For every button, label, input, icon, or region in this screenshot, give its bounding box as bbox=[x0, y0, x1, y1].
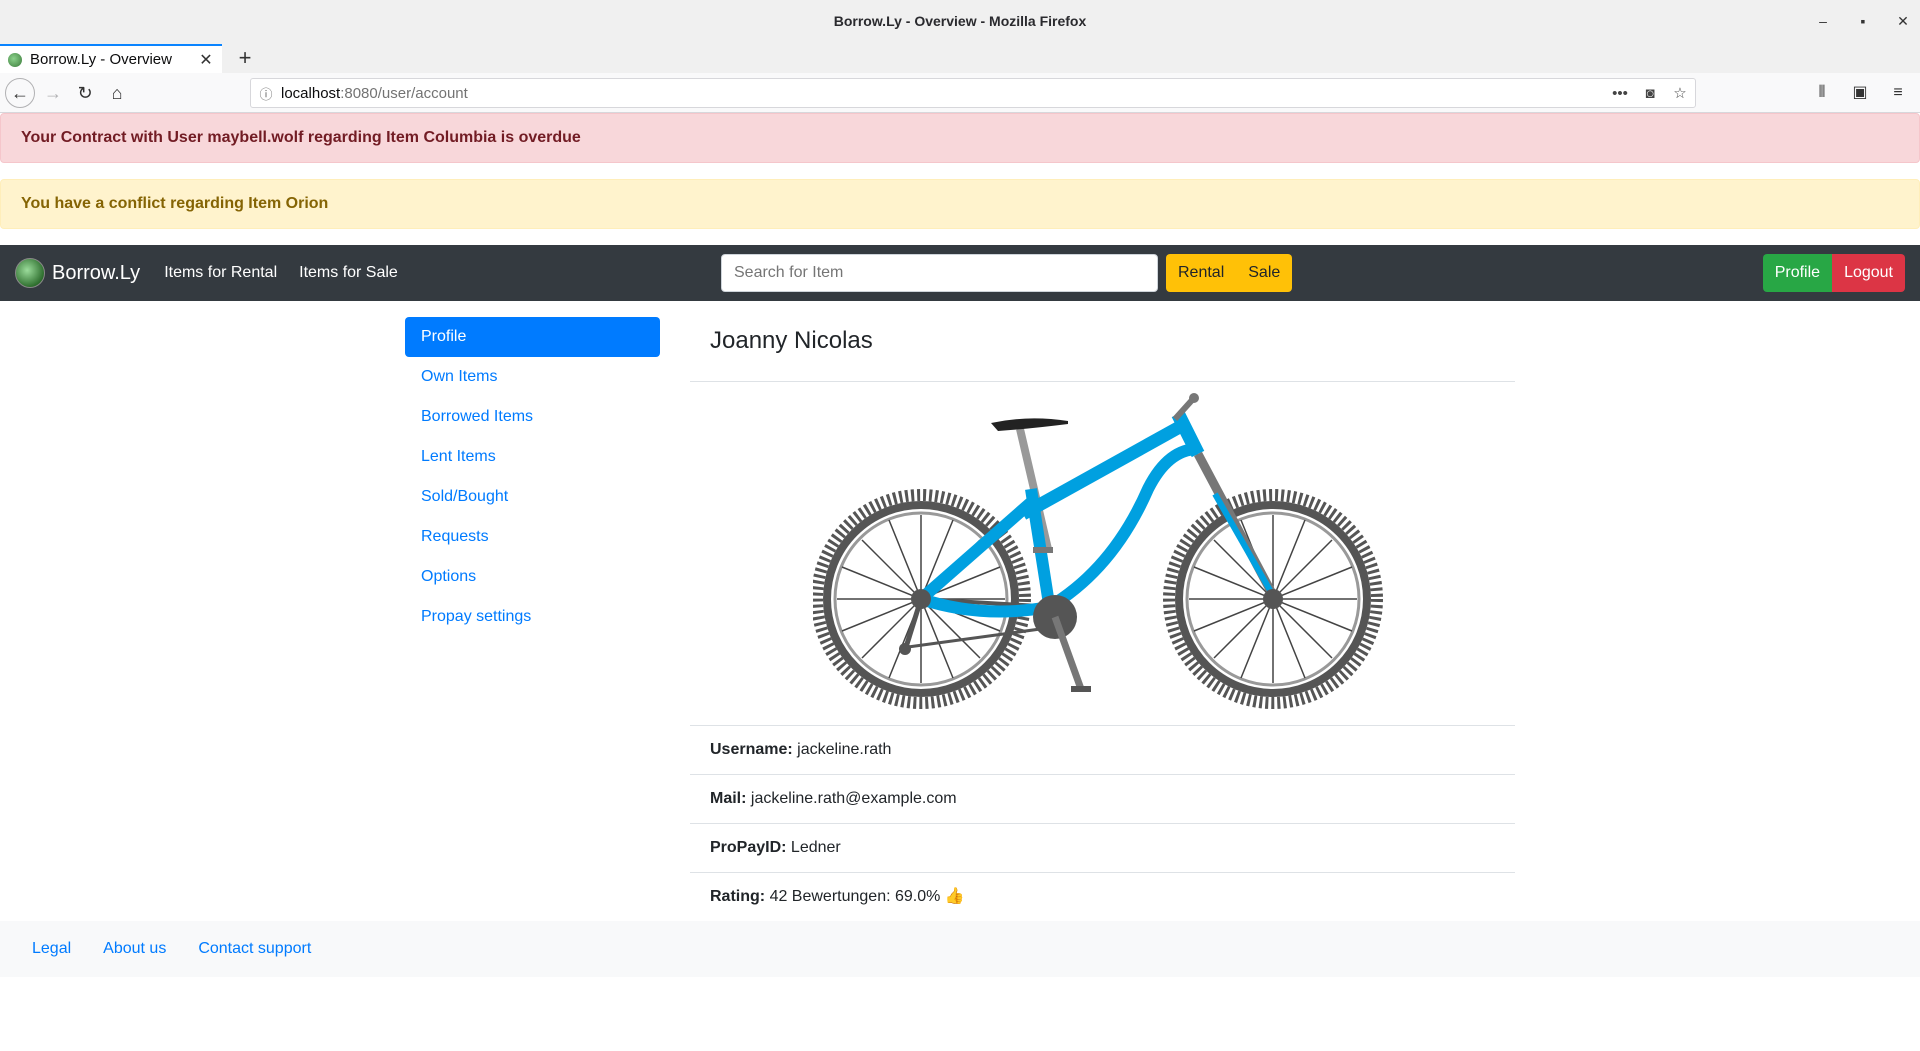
rating-label: Rating: bbox=[710, 888, 766, 905]
logout-button[interactable]: Logout bbox=[1832, 254, 1905, 292]
window-title: Borrow.Ly - Overview - Mozilla Firefox bbox=[833, 13, 1087, 29]
rental-search-button[interactable]: Rental bbox=[1166, 254, 1237, 292]
minimize-icon[interactable]: – bbox=[1816, 13, 1830, 29]
propay-label: ProPayID: bbox=[710, 839, 787, 856]
sidebar-item-options[interactable]: Options bbox=[405, 557, 660, 597]
page-content: Profile Own Items Borrowed Items Lent It… bbox=[0, 301, 1920, 921]
propay-row: ProPayID: Ledner bbox=[690, 823, 1515, 872]
footer-about-link[interactable]: About us bbox=[103, 940, 166, 958]
sidebar-item-profile[interactable]: Profile bbox=[405, 317, 660, 357]
page-actions-icon[interactable]: ••• bbox=[1605, 85, 1635, 102]
url-path: :8080/user/account bbox=[340, 84, 468, 102]
window-controls: – ▪ ✕ bbox=[1816, 0, 1910, 42]
menu-icon[interactable]: ≡ bbox=[1886, 79, 1910, 107]
site-info-icon[interactable]: ⓘ bbox=[251, 84, 281, 103]
sidebar-item-own-items[interactable]: Own Items bbox=[405, 357, 660, 397]
rating-value: 42 Bewertungen: 69.0% bbox=[769, 888, 941, 905]
bookmark-star-icon[interactable]: ☆ bbox=[1665, 84, 1695, 102]
brand-name: Borrow.Ly bbox=[52, 261, 141, 284]
rating-row: Rating: 42 Bewertungen: 69.0% 👍 bbox=[690, 872, 1515, 921]
sidebar-item-borrowed-items[interactable]: Borrowed Items bbox=[405, 397, 660, 437]
profile-image bbox=[690, 382, 1515, 725]
footer-support-link[interactable]: Contact support bbox=[198, 940, 311, 958]
mail-row: Mail: jackeline.rath@example.com bbox=[690, 774, 1515, 823]
reload-icon[interactable]: ↻ bbox=[71, 79, 99, 107]
username-label: Username: bbox=[710, 741, 793, 758]
back-icon[interactable]: ← bbox=[5, 78, 35, 108]
brand-link[interactable]: Borrow.Ly bbox=[15, 258, 140, 288]
username-row: Username: jackeline.rath bbox=[690, 725, 1515, 774]
search-input[interactable] bbox=[721, 254, 1158, 292]
overdue-alert: Your Contract with User maybell.wolf reg… bbox=[0, 113, 1920, 163]
home-icon[interactable]: ⌂ bbox=[103, 79, 131, 107]
url-bar[interactable]: ⓘ localhost :8080/user/account ••• ◙ ☆ bbox=[250, 78, 1696, 108]
username-value: jackeline.rath bbox=[797, 741, 892, 758]
site-footer: Legal About us Contact support bbox=[0, 921, 1920, 977]
sidebar-icon[interactable]: ▣ bbox=[1848, 79, 1872, 107]
nav-items-for-sale[interactable]: Items for Sale bbox=[299, 264, 398, 282]
sidebar-item-lent-items[interactable]: Lent Items bbox=[405, 437, 660, 477]
forward-icon[interactable]: → bbox=[39, 79, 67, 107]
favicon-icon bbox=[8, 52, 22, 67]
mail-label: Mail: bbox=[710, 790, 747, 807]
site-navbar: Borrow.Ly Items for Rental Items for Sal… bbox=[0, 245, 1920, 301]
sidebar-item-sold-bought[interactable]: Sold/Bought bbox=[405, 477, 660, 517]
pocket-icon[interactable]: ◙ bbox=[1635, 85, 1665, 102]
mail-value: jackeline.rath@example.com bbox=[750, 790, 957, 807]
nav-items-for-rental[interactable]: Items for Rental bbox=[164, 264, 277, 282]
thumbs-up-icon: 👍 bbox=[944, 888, 965, 905]
conflict-alert: You have a conflict regarding Item Orion bbox=[0, 179, 1920, 229]
navigation-toolbar: ← → ↻ ⌂ ⓘ localhost :8080/user/account •… bbox=[0, 73, 1920, 113]
maximize-icon[interactable]: ▪ bbox=[1856, 13, 1870, 29]
tab-strip: Borrow.Ly - Overview ✕ + bbox=[0, 42, 1920, 73]
footer-legal-link[interactable]: Legal bbox=[32, 940, 71, 958]
library-icon[interactable]: ⫴ bbox=[1810, 79, 1834, 107]
sidebar-item-propay-settings[interactable]: Propay settings bbox=[405, 597, 660, 637]
brand-logo-icon bbox=[15, 258, 45, 288]
profile-card: Joanny Nicolas Username: jackeline.rath … bbox=[690, 317, 1515, 921]
tab-title: Borrow.Ly - Overview bbox=[30, 51, 172, 68]
propay-value: Ledner bbox=[790, 839, 841, 856]
bicycle-icon bbox=[812, 392, 1383, 709]
search-type-buttons: Rental Sale bbox=[1166, 254, 1293, 292]
browser-tab[interactable]: Borrow.Ly - Overview ✕ bbox=[0, 44, 222, 73]
sale-search-button[interactable]: Sale bbox=[1236, 254, 1293, 292]
tab-close-icon[interactable]: ✕ bbox=[196, 50, 216, 70]
toolbar-right: ⫴ ▣ ≡ bbox=[1810, 79, 1910, 107]
profile-name: Joanny Nicolas bbox=[710, 327, 873, 354]
new-tab-button[interactable]: + bbox=[230, 44, 260, 73]
profile-button[interactable]: Profile bbox=[1762, 254, 1833, 292]
window-titlebar: Borrow.Ly - Overview - Mozilla Firefox –… bbox=[0, 0, 1920, 42]
sidebar-item-requests[interactable]: Requests bbox=[405, 517, 660, 557]
close-window-icon[interactable]: ✕ bbox=[1896, 13, 1910, 30]
url-host: localhost bbox=[281, 84, 341, 102]
account-sidebar: Profile Own Items Borrowed Items Lent It… bbox=[405, 317, 660, 637]
account-buttons: Profile Logout bbox=[1762, 254, 1905, 292]
